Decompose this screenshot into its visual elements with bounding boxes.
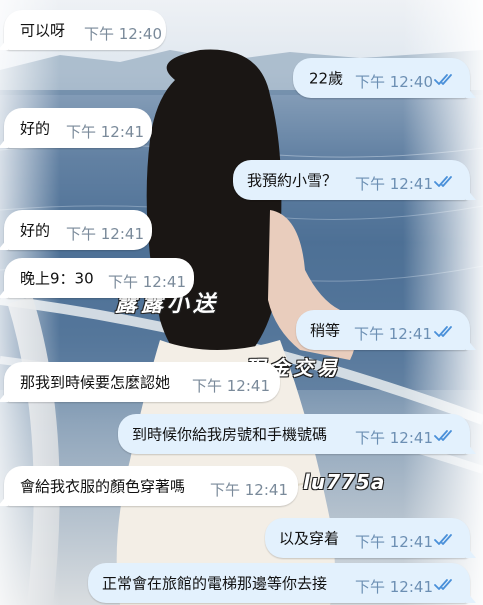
read-checkmarks-icon xyxy=(434,176,452,187)
message-text: 稍等 xyxy=(310,321,341,340)
message-text: 我預約小雪？ xyxy=(247,171,338,190)
message-text: 好的 xyxy=(20,119,51,138)
message-text: 好的 xyxy=(20,221,51,240)
message-time: 下午 12:41 xyxy=(354,325,432,343)
read-checkmarks-icon xyxy=(434,430,452,441)
incoming-message[interactable]: 會給我衣服的顏色穿著嗎 下午 12:41 xyxy=(0,466,298,506)
read-checkmarks-icon xyxy=(434,326,452,337)
message-time: 下午 12:41 xyxy=(355,533,433,551)
read-checkmarks-icon xyxy=(434,534,452,545)
message-time: 下午 12:41 xyxy=(355,429,433,447)
read-checkmarks-icon xyxy=(434,74,452,85)
message-text: 那我到時候要怎麼認她 xyxy=(20,373,171,392)
message-time: 下午 12:41 xyxy=(108,273,186,291)
outgoing-message[interactable]: 我預約小雪？ 下午 12:41 xyxy=(233,160,476,200)
read-checkmarks-icon xyxy=(434,579,452,590)
message-time: 下午 12:40 xyxy=(355,73,433,91)
watermark-text: lu775a xyxy=(303,470,386,494)
message-time: 下午 12:41 xyxy=(210,481,288,499)
outgoing-message[interactable]: 正常會在旅館的電梯那邊等你去接 下午 12:41 xyxy=(88,563,476,603)
incoming-message[interactable]: 那我到時候要怎麼認她 下午 12:41 xyxy=(0,362,280,402)
message-time: 下午 12:41 xyxy=(355,578,433,596)
message-text: 到時候你給我房號和手機號碼 xyxy=(132,425,328,444)
incoming-message[interactable]: 好的 下午 12:41 xyxy=(0,108,152,148)
message-time: 下午 12:41 xyxy=(66,225,144,243)
incoming-message[interactable]: 好的 下午 12:41 xyxy=(0,210,152,250)
incoming-message[interactable]: 晚上9：30 下午 12:41 xyxy=(0,258,194,298)
message-text: 以及穿着 xyxy=(279,529,340,548)
message-text: 正常會在旅館的電梯那邊等你去接 xyxy=(102,574,328,593)
message-text: 22歲 xyxy=(309,69,344,88)
message-text: 可以呀 xyxy=(20,21,66,40)
message-time: 下午 12:41 xyxy=(66,123,144,141)
message-time: 下午 12:40 xyxy=(84,25,162,43)
outgoing-message[interactable]: 以及穿着 下午 12:41 xyxy=(265,518,476,558)
incoming-message[interactable]: 可以呀 下午 12:40 xyxy=(0,10,166,50)
outgoing-message[interactable]: 22歲 下午 12:40 xyxy=(293,58,476,98)
outgoing-message[interactable]: 稍等 下午 12:41 xyxy=(296,310,476,350)
outgoing-message[interactable]: 到時候你給我房號和手機號碼 下午 12:41 xyxy=(118,414,476,454)
message-text: 會給我衣服的顏色穿著嗎 xyxy=(20,477,186,496)
message-time: 下午 12:41 xyxy=(355,175,433,193)
message-text: 晚上9：30 xyxy=(20,269,94,288)
message-time: 下午 12:41 xyxy=(192,377,270,395)
